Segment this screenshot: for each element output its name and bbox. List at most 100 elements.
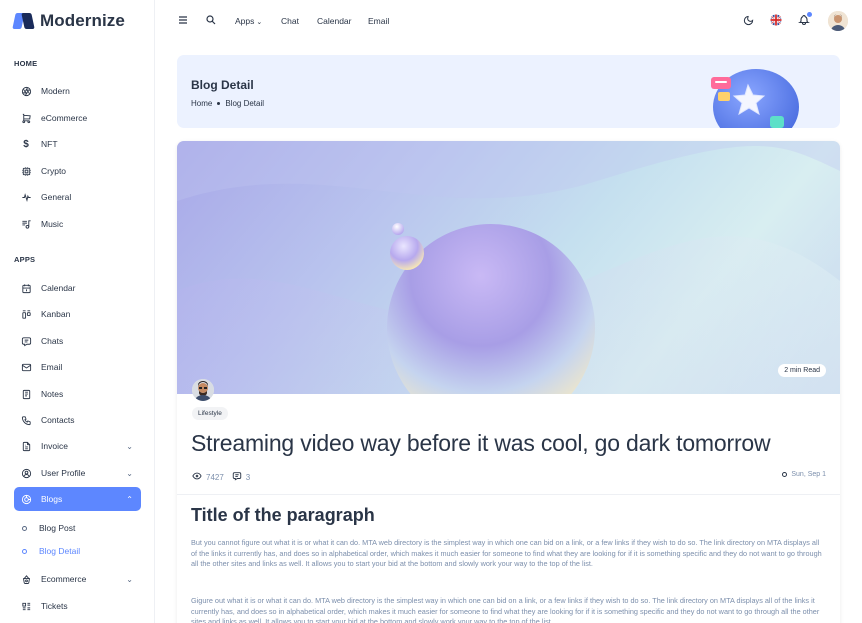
sidebar-subitem-blog-detail[interactable]: Blog Detail	[22, 546, 80, 556]
nav-caption-home: HOME	[14, 59, 38, 68]
chevron-down-icon: ⌄	[126, 574, 133, 584]
sidebar-item-label: Chats	[41, 336, 64, 346]
user-circle-icon	[20, 467, 32, 479]
flag-uk-icon[interactable]	[770, 14, 782, 26]
sidebar-item-general[interactable]: General	[14, 185, 141, 209]
calendar-icon	[20, 282, 32, 294]
section-title: Title of the paragraph	[191, 505, 375, 525]
message-icon	[20, 335, 32, 347]
sidebar-item-label: Invoice	[41, 441, 68, 451]
topbar-email-link[interactable]: Email	[368, 16, 389, 26]
breadcrumb-home-link[interactable]: Home	[191, 99, 212, 108]
sidebar-item-label: Tickets	[41, 601, 68, 611]
hero-image: 2 min Read	[177, 141, 840, 394]
sidebar-item-nft[interactable]: $ NFT	[14, 132, 141, 156]
topbar-apps-menu[interactable]: Apps ⌄	[235, 16, 262, 26]
page-title: Blog Detail	[191, 78, 254, 92]
activity-heartbeat-icon	[20, 191, 32, 203]
topbar-apps-label: Apps	[235, 16, 255, 26]
shopping-cart-icon	[20, 112, 32, 124]
sidebar-item-ecommerce[interactable]: eCommerce	[14, 106, 141, 130]
sidebar-item-contacts[interactable]: Contacts	[14, 408, 141, 432]
paragraph-text: Gigure out what it is or what it can do.…	[191, 596, 820, 623]
sidebar-item-label: Notes	[41, 389, 64, 399]
mail-icon	[20, 361, 32, 373]
bell-icon[interactable]	[798, 12, 812, 26]
sidebar-item-blogs[interactable]: Blogs ⌃	[14, 487, 141, 511]
notification-dot	[807, 12, 812, 17]
sidebar: Modernize HOME Modern eCommerce $ NFT Cr…	[0, 0, 155, 623]
eye-icon	[192, 471, 202, 483]
sidebar-item-label: Modern	[41, 86, 70, 96]
file-text-icon	[20, 440, 32, 452]
sidebar-subitem-label: Blog Post	[39, 523, 76, 533]
sidebar-item-label: Email	[41, 362, 63, 372]
chart-donut-icon	[20, 493, 32, 505]
layout-kanban-icon	[20, 308, 32, 320]
category-chip[interactable]: Lifestyle	[192, 407, 228, 420]
sidebar-item-label: Calendar	[41, 283, 76, 293]
sidebar-item-label: NFT	[41, 139, 58, 149]
aperture-icon	[20, 85, 32, 97]
playlist-icon	[20, 218, 32, 230]
notes-icon	[20, 388, 32, 400]
breadcrumb: Home Blog Detail	[191, 99, 264, 108]
sidebar-item-label: Crypto	[41, 166, 67, 176]
user-avatar-icon[interactable]	[828, 11, 848, 31]
chevron-down-icon: ⌄	[126, 468, 133, 478]
sidebar-item-label: General	[41, 192, 72, 202]
sidebar-item-tickets[interactable]: Tickets	[14, 594, 141, 618]
brand-logo[interactable]: Modernize	[12, 10, 125, 32]
menu-icon[interactable]	[177, 14, 189, 26]
brand-name: Modernize	[40, 11, 125, 30]
comments-count: 3	[245, 472, 251, 482]
logo-icon	[12, 13, 35, 29]
topbar: Apps ⌄ Chat Calendar Email	[156, 0, 862, 42]
sidebar-item-label: Blogs	[41, 494, 63, 504]
post-title: Streaming video way before it was cool, …	[191, 430, 771, 456]
search-icon[interactable]	[205, 14, 217, 26]
breadcrumb-illustration	[708, 65, 808, 128]
topbar-chat-link[interactable]: Chat	[281, 16, 299, 26]
sidebar-item-chats[interactable]: Chats	[14, 329, 141, 353]
chevron-up-icon: ⌃	[126, 494, 133, 504]
blog-detail-card: 2 min Read Lifestyle Streaming video way…	[177, 141, 840, 623]
sidebar-item-label: User Profile	[41, 468, 86, 478]
topbar-calendar-link[interactable]: Calendar	[317, 16, 352, 26]
paragraph-text: But you cannot figure out what it is or …	[191, 538, 822, 568]
sidebar-item-user-profile[interactable]: User Profile ⌄	[14, 461, 141, 485]
sidebar-item-music[interactable]: Music	[14, 212, 141, 236]
views-count: 7427	[206, 472, 224, 482]
breadcrumb-separator	[217, 102, 221, 105]
basket-icon	[20, 573, 32, 585]
cpu-icon	[20, 165, 32, 177]
circle-icon	[782, 472, 788, 477]
breadcrumb-card: Blog Detail Home Blog Detail	[177, 55, 840, 128]
sidebar-item-modern[interactable]: Modern	[14, 79, 141, 103]
chevron-down-icon: ⌄	[254, 19, 263, 26]
currency-dollar-icon: $	[23, 138, 29, 150]
sidebar-item-calendar[interactable]: Calendar	[14, 276, 141, 300]
moon-icon[interactable]	[743, 15, 754, 26]
sidebar-item-crypto[interactable]: Crypto	[14, 159, 141, 183]
sidebar-subitem-blog-post[interactable]: Blog Post	[22, 523, 75, 533]
sidebar-subitem-label: Blog Detail	[39, 546, 81, 556]
nav-caption-apps: APPS	[14, 255, 36, 264]
ticket-icon	[20, 600, 32, 612]
sidebar-item-label: Ecommerce	[41, 574, 87, 584]
sidebar-item-notes[interactable]: Notes	[14, 382, 141, 406]
sidebar-item-invoice[interactable]: Invoice ⌄	[14, 434, 141, 458]
sidebar-item-label: eCommerce	[41, 113, 88, 123]
sidebar-item-kanban[interactable]: Kanban	[14, 302, 141, 326]
divider	[177, 494, 840, 495]
message-icon	[232, 471, 242, 483]
author-avatar[interactable]	[192, 379, 214, 401]
chevron-down-icon: ⌄	[126, 441, 133, 451]
sidebar-item-ecommerce-app[interactable]: Ecommerce ⌄	[14, 567, 141, 591]
phone-icon	[20, 414, 32, 426]
circle-icon	[22, 525, 27, 531]
sidebar-item-label: Contacts	[41, 415, 75, 425]
sidebar-item-email[interactable]: Email	[14, 355, 141, 379]
breadcrumb-current: Blog Detail	[225, 99, 265, 108]
sidebar-item-label: Kanban	[41, 309, 71, 319]
